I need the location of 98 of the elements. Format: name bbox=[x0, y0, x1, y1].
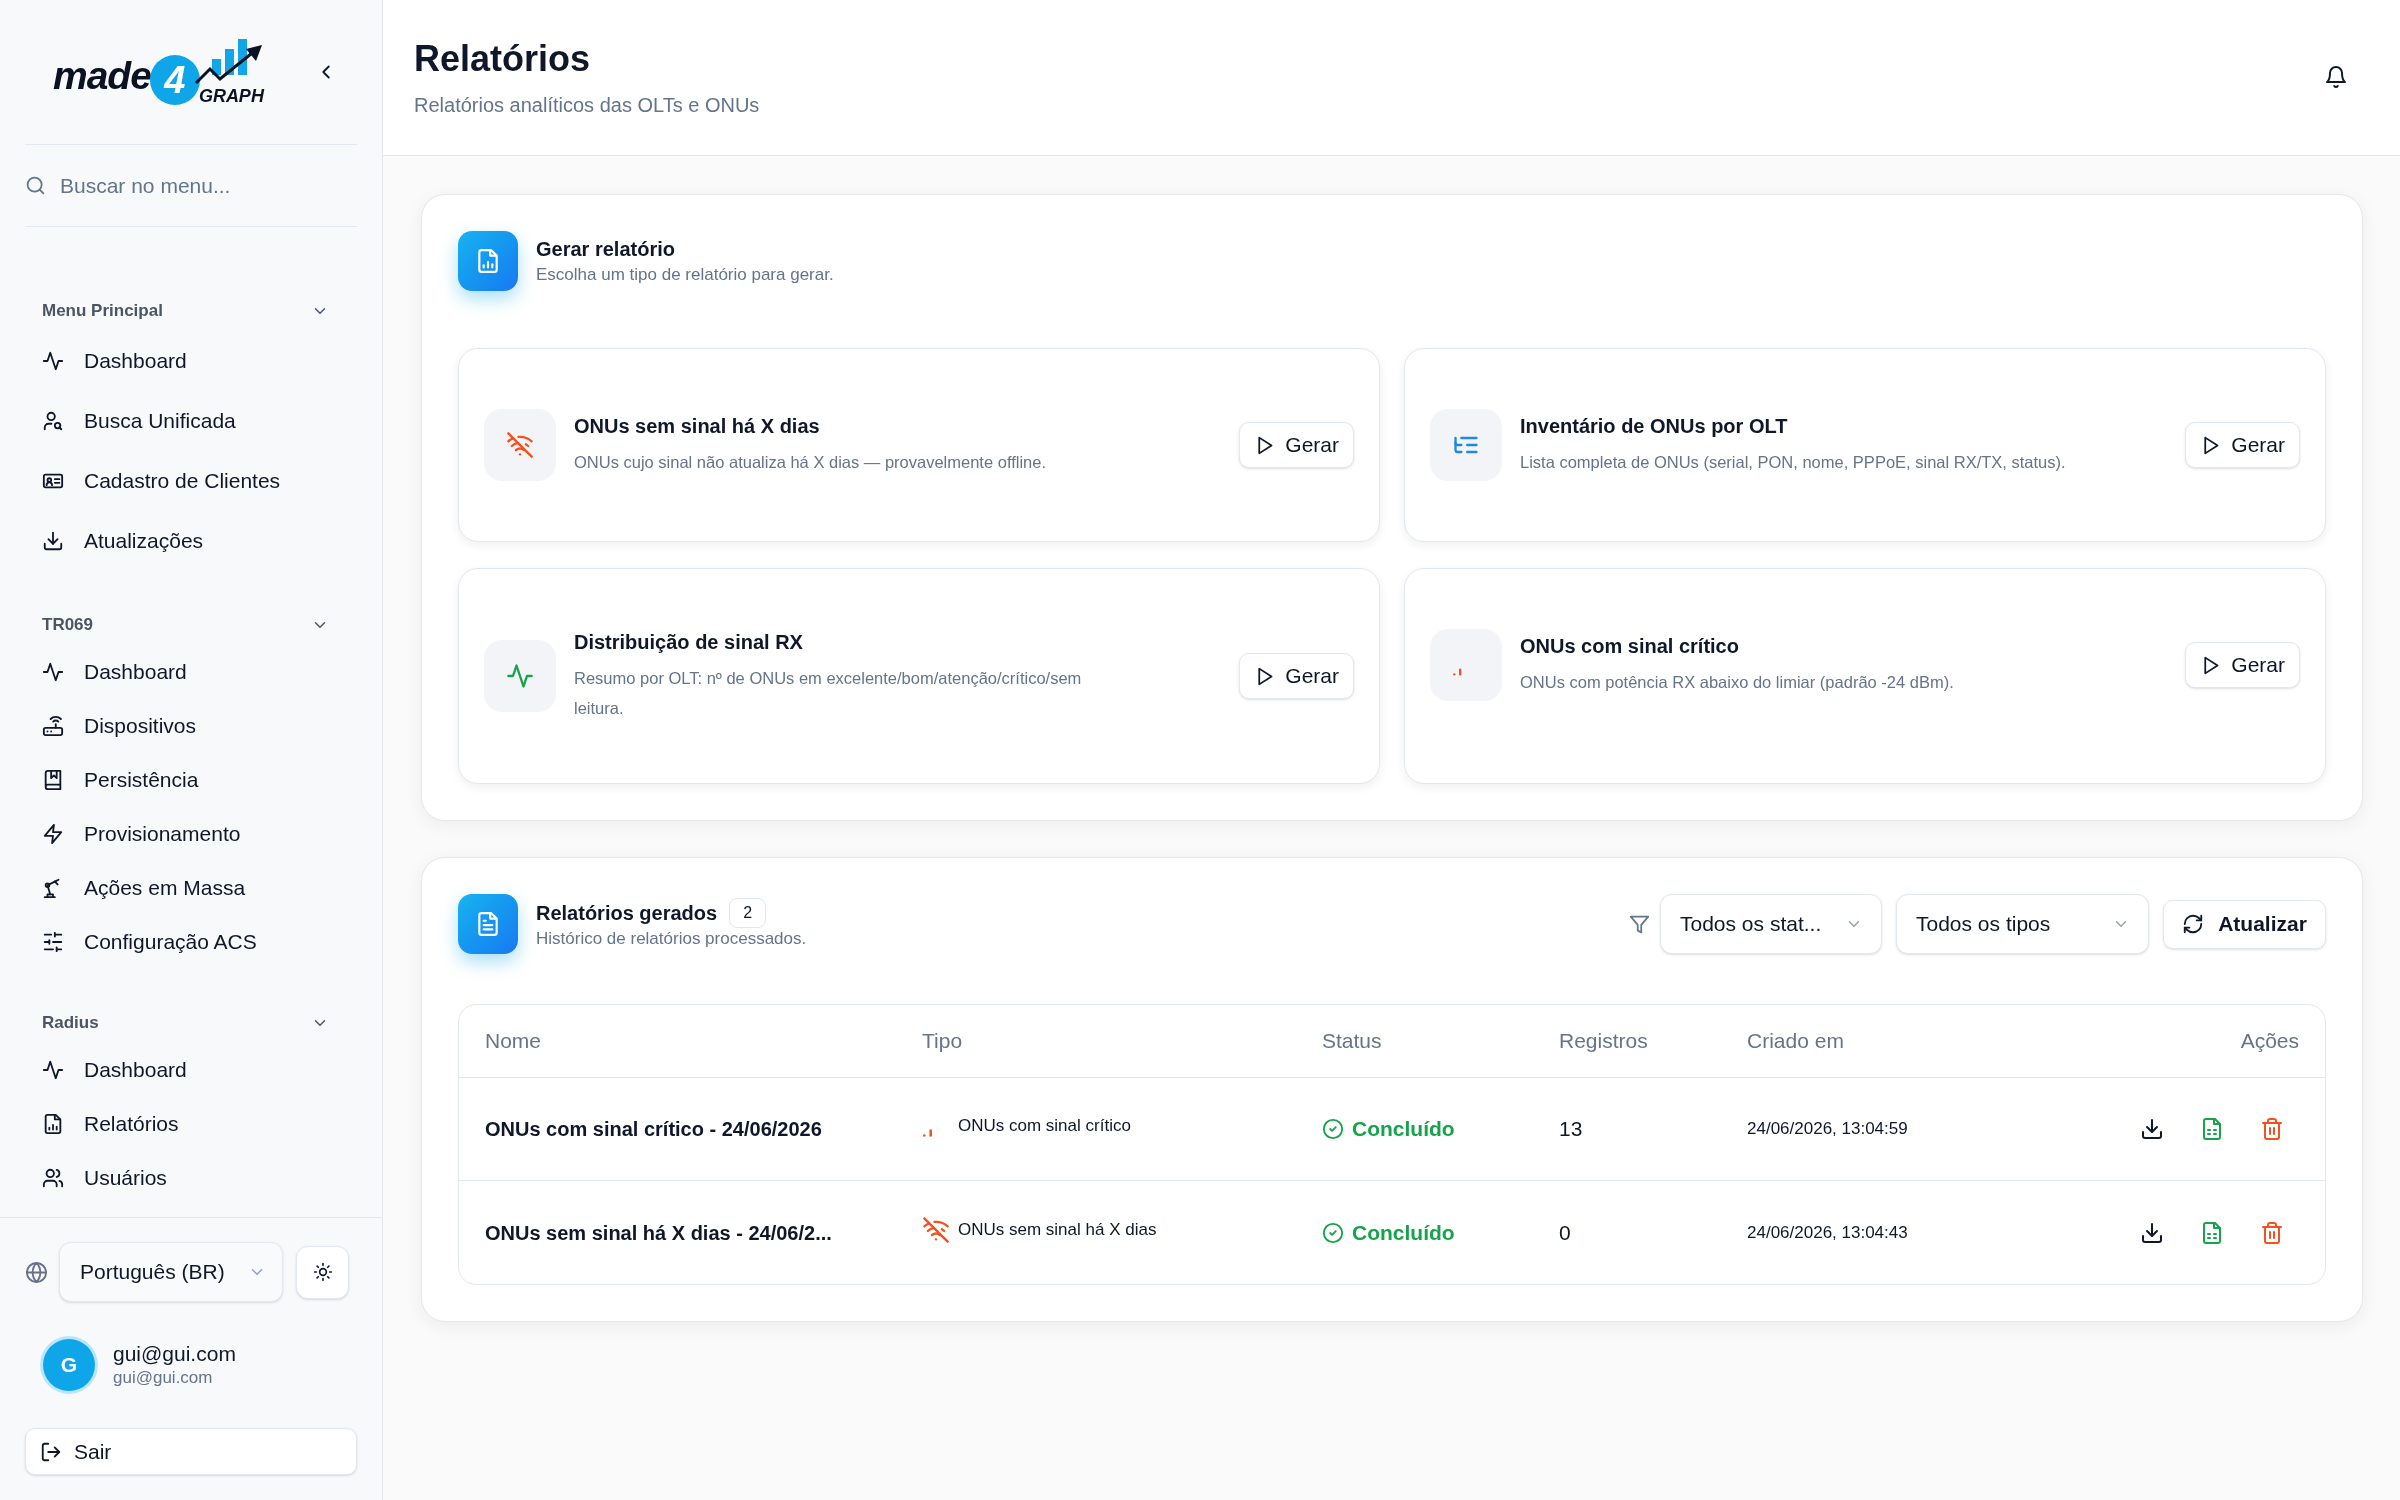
column-header: Ações bbox=[2240, 1028, 2299, 1055]
sidebar-item[interactable]: Dashboard bbox=[25, 1043, 357, 1097]
table-cell-text: ONUs sem sinal há X dias bbox=[958, 1218, 1157, 1241]
sidebar-item[interactable]: Relatórios bbox=[25, 1097, 357, 1151]
logo-tagline: GRAPH bbox=[198, 87, 264, 105]
users-icon bbox=[42, 1167, 64, 1189]
status-text: Concluído bbox=[1352, 1116, 1455, 1143]
spreadsheet-icon[interactable] bbox=[2200, 1117, 2224, 1141]
report-title: ONUs sem sinal há X dias bbox=[574, 414, 821, 439]
column-header: Nome bbox=[485, 1028, 542, 1055]
generate-button[interactable]: Gerar bbox=[1239, 422, 1354, 468]
log-out-icon bbox=[40, 1440, 62, 1463]
wifi-off-icon bbox=[484, 409, 556, 481]
sun-icon bbox=[312, 1262, 333, 1282]
pulse-icon bbox=[42, 661, 64, 683]
notification-bell-icon[interactable] bbox=[2324, 65, 2348, 89]
count-badge: 2 bbox=[729, 898, 767, 928]
refresh-icon bbox=[2182, 913, 2205, 935]
user-avatar: G bbox=[43, 1339, 95, 1391]
spreadsheet-icon[interactable] bbox=[2200, 1220, 2224, 1245]
table-cell-text: 24/06/2026, 13:04:59 bbox=[1747, 1118, 1908, 1141]
section-toggle[interactable]: TR069 bbox=[25, 613, 357, 637]
logo-wordmark: made bbox=[53, 56, 151, 99]
report-description: Lista completa de ONUs (serial, PON, nome, PPPoE, sinal RX/TX, status). bbox=[1520, 452, 2067, 473]
table-cell-text: 0 bbox=[1559, 1219, 1571, 1246]
sidebar-item[interactable]: Usuários bbox=[25, 1151, 357, 1205]
generate-button[interactable]: Gerar bbox=[2185, 422, 2300, 468]
report-title: Inventário de ONUs por OLT bbox=[1520, 414, 1789, 439]
column-header: Status bbox=[1322, 1028, 1382, 1055]
status-text: Concluído bbox=[1352, 1219, 1455, 1246]
column-header: Tipo bbox=[922, 1028, 963, 1055]
trash-icon[interactable] bbox=[2260, 1117, 2284, 1141]
check-circle-icon bbox=[1322, 1221, 1344, 1244]
table-cell-text: 24/06/2026, 13:04:43 bbox=[1747, 1221, 1908, 1244]
download-icon[interactable] bbox=[2140, 1220, 2164, 1245]
sliders-icon bbox=[42, 931, 64, 953]
sidebar-item[interactable]: Cadastro de Clientes bbox=[25, 451, 357, 511]
panel-title: Gerar relatório bbox=[536, 237, 676, 262]
signal-bars-icon bbox=[923, 1129, 932, 1137]
generate-button[interactable]: Gerar bbox=[1239, 653, 1354, 699]
sidebar-item[interactable]: Atualizações bbox=[25, 511, 357, 571]
section-toggle[interactable]: Menu Principal bbox=[25, 299, 357, 323]
sidebar-item[interactable]: Dispositivos bbox=[25, 699, 357, 753]
file-chart-icon bbox=[42, 1113, 64, 1135]
download-icon[interactable] bbox=[2140, 1117, 2164, 1141]
sidebar-item[interactable]: Configuração ACS bbox=[25, 915, 357, 969]
page-subtitle: Relatórios analíticos das OLTs e ONUs bbox=[414, 93, 760, 118]
table-cell-text: 13 bbox=[1559, 1116, 1583, 1143]
panel-subtitle: Escolha um tipo de relatório para gerar. bbox=[536, 264, 834, 286]
page-title: Relatórios bbox=[414, 37, 592, 81]
globe-icon bbox=[25, 1260, 48, 1284]
report-description: Resumo por OLT: nº de ONUs em excelente/bom/atenção/crítico/sem leitura. bbox=[574, 668, 1083, 719]
column-header: Criado em bbox=[1747, 1028, 1844, 1055]
user-name: gui@gui.com bbox=[113, 1341, 236, 1367]
filter-select[interactable]: Todos os tipos bbox=[1896, 894, 2149, 954]
panel-title: Relatórios gerados bbox=[536, 901, 718, 926]
download-icon bbox=[42, 530, 64, 552]
bar-chart-arrow-icon bbox=[193, 39, 264, 85]
user-search-icon bbox=[42, 410, 64, 432]
trash-icon[interactable] bbox=[2260, 1220, 2284, 1245]
user-email: gui@gui.com bbox=[113, 1367, 214, 1389]
section-toggle[interactable]: Radius bbox=[25, 1011, 357, 1035]
filter-select[interactable]: Todos os stat... bbox=[1660, 894, 1882, 954]
sidebar-item[interactable]: Ações em Massa bbox=[25, 861, 357, 915]
report-description: ONUs cujo sinal não atualiza há X dias — provavelmente offline. bbox=[574, 452, 1048, 473]
table-cell-text: ONUs sem sinal há X dias - 24/06/2... bbox=[485, 1220, 832, 1246]
wifi-off-icon bbox=[922, 1215, 950, 1244]
refresh-button[interactable]: Atualizar bbox=[2163, 899, 2326, 949]
pulse-icon bbox=[484, 640, 556, 712]
language-select[interactable]: Português (BR) bbox=[59, 1242, 283, 1302]
sidebar-item[interactable]: Provisionamento bbox=[25, 807, 357, 861]
column-header: Registros bbox=[1559, 1028, 1648, 1055]
filter-icon bbox=[1629, 913, 1650, 935]
sidebar-item[interactable]: Busca Unificada bbox=[25, 391, 357, 451]
file-chart-icon bbox=[458, 231, 518, 291]
theme-toggle-button[interactable] bbox=[296, 1245, 349, 1299]
sidebar-item[interactable]: Dashboard bbox=[25, 645, 357, 699]
list-tree-icon bbox=[1430, 409, 1502, 481]
generate-button[interactable]: Gerar bbox=[2185, 642, 2300, 688]
bookmark-book-icon bbox=[42, 769, 64, 791]
lightning-icon bbox=[42, 823, 64, 845]
report-description: ONUs com potência RX abaixo do limiar (padrão -24 dBm). bbox=[1520, 672, 1955, 693]
pulse-icon bbox=[42, 350, 64, 372]
logout-button[interactable]: Sair bbox=[25, 1428, 357, 1475]
table-cell-text: ONUs com sinal crítico bbox=[958, 1115, 1131, 1138]
signal-bars-icon bbox=[1430, 629, 1502, 701]
document-icon bbox=[458, 894, 518, 954]
report-title: ONUs com sinal crítico bbox=[1520, 634, 1740, 659]
report-title: Distribuição de sinal RX bbox=[574, 630, 804, 655]
pulse-icon bbox=[42, 1059, 64, 1081]
panel-subtitle: Histórico de relatórios processados. bbox=[536, 928, 807, 950]
check-circle-icon bbox=[1322, 1118, 1344, 1140]
router-icon bbox=[42, 715, 64, 737]
search-field[interactable]: Buscar no menu... bbox=[60, 169, 357, 202]
sidebar-item[interactable]: Dashboard bbox=[25, 331, 357, 391]
search-icon bbox=[25, 175, 46, 196]
table-cell-text: ONUs com sinal crítico - 24/06/2026 bbox=[485, 1117, 822, 1142]
sidebar-item[interactable]: Persistência bbox=[25, 753, 357, 807]
